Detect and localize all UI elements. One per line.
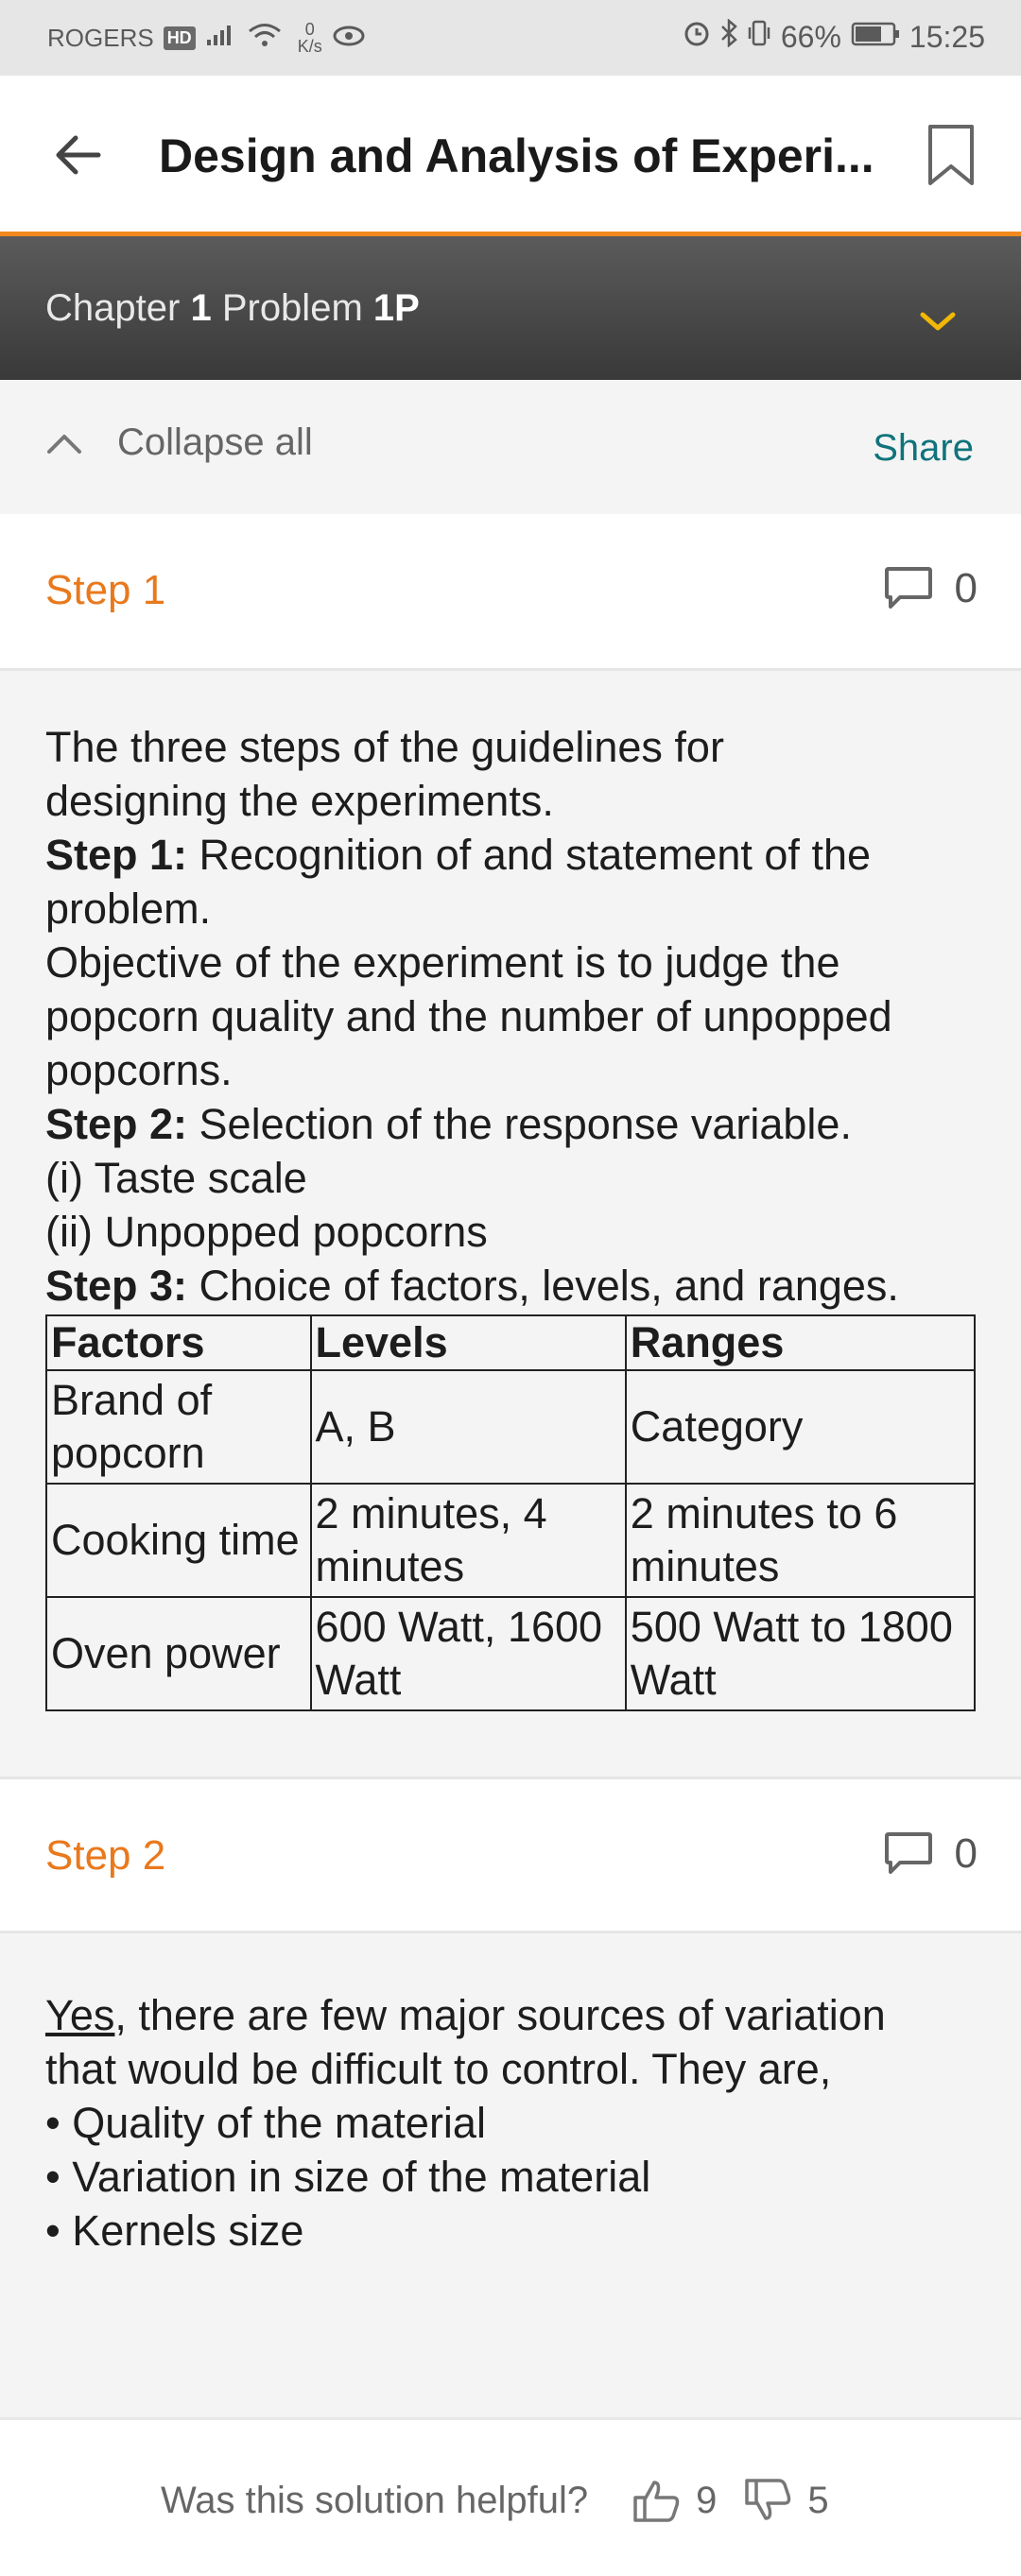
bookmark-button[interactable] bbox=[925, 123, 981, 191]
yes-word: Yes bbox=[45, 1991, 115, 2039]
net-speed-value: 0 bbox=[304, 20, 315, 39]
substep-2-text: Selection of the response variable. bbox=[187, 1100, 852, 1148]
chevron-down-icon[interactable] bbox=[919, 299, 957, 341]
book-title: Design and Analysis of Experi... bbox=[159, 129, 874, 182]
thumbs-down-button[interactable]: 5 bbox=[743, 2475, 829, 2526]
list-item: • Quality of the material bbox=[45, 2099, 486, 2147]
table-header-row: Factors Levels Ranges bbox=[45, 1314, 977, 1371]
step-1-comments-button[interactable]: 0 bbox=[883, 565, 978, 612]
step-1-comment-count: 0 bbox=[954, 565, 978, 611]
battery-percent: 66% bbox=[780, 19, 841, 54]
thumbs-up-icon bbox=[633, 2481, 680, 2522]
comment-icon bbox=[884, 1832, 932, 1874]
clock-time: 15:25 bbox=[909, 19, 985, 54]
table-row: Brand of popcorn A, B Category bbox=[45, 1369, 977, 1485]
step-1-header[interactable]: Step 1 0 bbox=[0, 514, 1021, 671]
status-bar: ROGERS HD 0 K/s 66% 15:25 bbox=[0, 0, 1021, 76]
thumbs-up-button[interactable]: 9 bbox=[632, 2477, 717, 2524]
step-2-comments-button[interactable]: 0 bbox=[883, 1830, 978, 1878]
table-cell: 2 minutes to 6 minutes bbox=[624, 1483, 977, 1598]
signal-icon bbox=[205, 23, 237, 54]
step-1-intro-line-2: designing the experiments. bbox=[45, 777, 554, 825]
objective-line-2: popcorn quality and the number of unpopp… bbox=[45, 992, 892, 1040]
step-2-intro-line-1: Yes, there are few major sources of vari… bbox=[45, 1988, 976, 2042]
table-row: Oven power 600 Watt, 1600 Watt 500 Watt … bbox=[45, 1596, 977, 1711]
substep-2-line: Step 2: Selection of the response variab… bbox=[45, 1097, 976, 1151]
likes-count: 9 bbox=[696, 2479, 718, 2521]
feedback-bar: Was this solution helpful? 9 5 bbox=[0, 2417, 1021, 2576]
back-button[interactable] bbox=[47, 125, 108, 185]
alarm-icon bbox=[683, 19, 711, 55]
table-cell: 500 Watt to 1800 Watt bbox=[624, 1596, 977, 1711]
net-speed-unit: K/s bbox=[297, 37, 322, 56]
chapter-number: 1 bbox=[190, 287, 212, 329]
substep-1-continuation: problem. bbox=[45, 884, 212, 933]
list-item: • Variation in size of the material bbox=[45, 2153, 651, 2201]
table-cell: 2 minutes, 4 minutes bbox=[309, 1483, 627, 1598]
substep-3-text: Choice of factors, levels, and ranges. bbox=[187, 1262, 899, 1310]
vibrate-icon bbox=[747, 19, 771, 55]
list-item: • Kernels size bbox=[45, 2207, 304, 2255]
table-cell: Category bbox=[624, 1369, 977, 1485]
factors-table: Factors Levels Ranges Brand of popcorn A… bbox=[45, 1314, 977, 1711]
collapse-bar: Collapse all Share bbox=[0, 380, 1021, 514]
table-cell: 600 Watt, 1600 Watt bbox=[309, 1596, 627, 1711]
thumbs-down-icon bbox=[745, 2479, 791, 2520]
table-row: Cooking time 2 minutes, 4 minutes 2 minu… bbox=[45, 1483, 977, 1598]
collapse-all-button[interactable]: Collapse all bbox=[45, 421, 313, 464]
step-2-intro-line-2: that would be difficult to control. They… bbox=[45, 2045, 832, 2093]
carrier-name: ROGERS bbox=[47, 23, 154, 52]
substep-1-line: Step 1: Recognition of and statement of … bbox=[45, 828, 976, 882]
table-cell: Brand of popcorn bbox=[45, 1369, 312, 1485]
step-1-title: Step 1 bbox=[45, 567, 166, 613]
back-arrow-icon bbox=[56, 135, 101, 175]
feedback-row: Was this solution helpful? 9 5 bbox=[161, 2475, 829, 2526]
table-cell: Cooking time bbox=[45, 1483, 312, 1598]
app-bar: Design and Analysis of Experi... bbox=[0, 76, 1021, 236]
collapse-all-label: Collapse all bbox=[117, 421, 313, 463]
objective-line-3: popcorns. bbox=[45, 1046, 233, 1094]
response-item-1: (i) Taste scale bbox=[45, 1154, 307, 1202]
eye-icon bbox=[332, 23, 366, 54]
dislikes-count: 5 bbox=[807, 2479, 829, 2521]
step-2-intro-rest: , there are few major sources of variati… bbox=[114, 1991, 886, 2039]
step-2-body: Yes, there are few major sources of vari… bbox=[0, 1933, 1021, 2417]
step-1-intro-line-1: The three steps of the guidelines for bbox=[45, 723, 724, 771]
chapter-problem-label: Chapter 1 Problem 1P bbox=[45, 287, 420, 330]
table-header-cell: Levels bbox=[309, 1314, 627, 1371]
problem-label: Problem bbox=[221, 287, 363, 329]
status-right: 66% 15:25 bbox=[683, 18, 985, 55]
table-cell: A, B bbox=[309, 1369, 627, 1485]
battery-icon bbox=[851, 20, 900, 55]
chevron-up-icon bbox=[47, 434, 81, 454]
chapter-selector[interactable]: Chapter 1 Problem 1P bbox=[0, 236, 1021, 380]
hd-badge: HD bbox=[163, 26, 196, 50]
substep-1-text: Recognition of and statement of the bbox=[187, 831, 871, 879]
step-2-header[interactable]: Step 2 0 bbox=[0, 1777, 1021, 1933]
substep-2-label: Step 2: bbox=[45, 1100, 188, 1148]
status-left: ROGERS HD 0 K/s bbox=[47, 21, 366, 55]
objective-line-1: Objective of the experiment is to judge … bbox=[45, 938, 840, 987]
substep-3-line: Step 3: Choice of factors, levels, and r… bbox=[45, 1259, 976, 1313]
response-item-2: (ii) Unpopped popcorns bbox=[45, 1208, 488, 1256]
chapter-label: Chapter bbox=[45, 287, 181, 329]
table-cell: Oven power bbox=[45, 1596, 312, 1711]
problem-number: 1P bbox=[372, 287, 420, 329]
comment-icon bbox=[884, 567, 932, 609]
bluetooth-icon bbox=[720, 18, 737, 55]
table-header-cell: Factors bbox=[45, 1314, 312, 1371]
substep-3-label: Step 3: bbox=[45, 1262, 188, 1310]
feedback-question: Was this solution helpful? bbox=[161, 2479, 589, 2521]
substep-1-label: Step 1: bbox=[45, 831, 188, 879]
step-2-title: Step 2 bbox=[45, 1832, 166, 1879]
bookmark-icon bbox=[928, 125, 974, 185]
wifi-icon bbox=[247, 22, 283, 55]
share-button[interactable]: Share bbox=[873, 427, 974, 470]
step-2-comment-count: 0 bbox=[954, 1830, 978, 1877]
table-header-cell: Ranges bbox=[624, 1314, 977, 1371]
net-speed: 0 K/s bbox=[298, 21, 322, 55]
step-1-body: The three steps of the guidelines for de… bbox=[0, 671, 1021, 1777]
